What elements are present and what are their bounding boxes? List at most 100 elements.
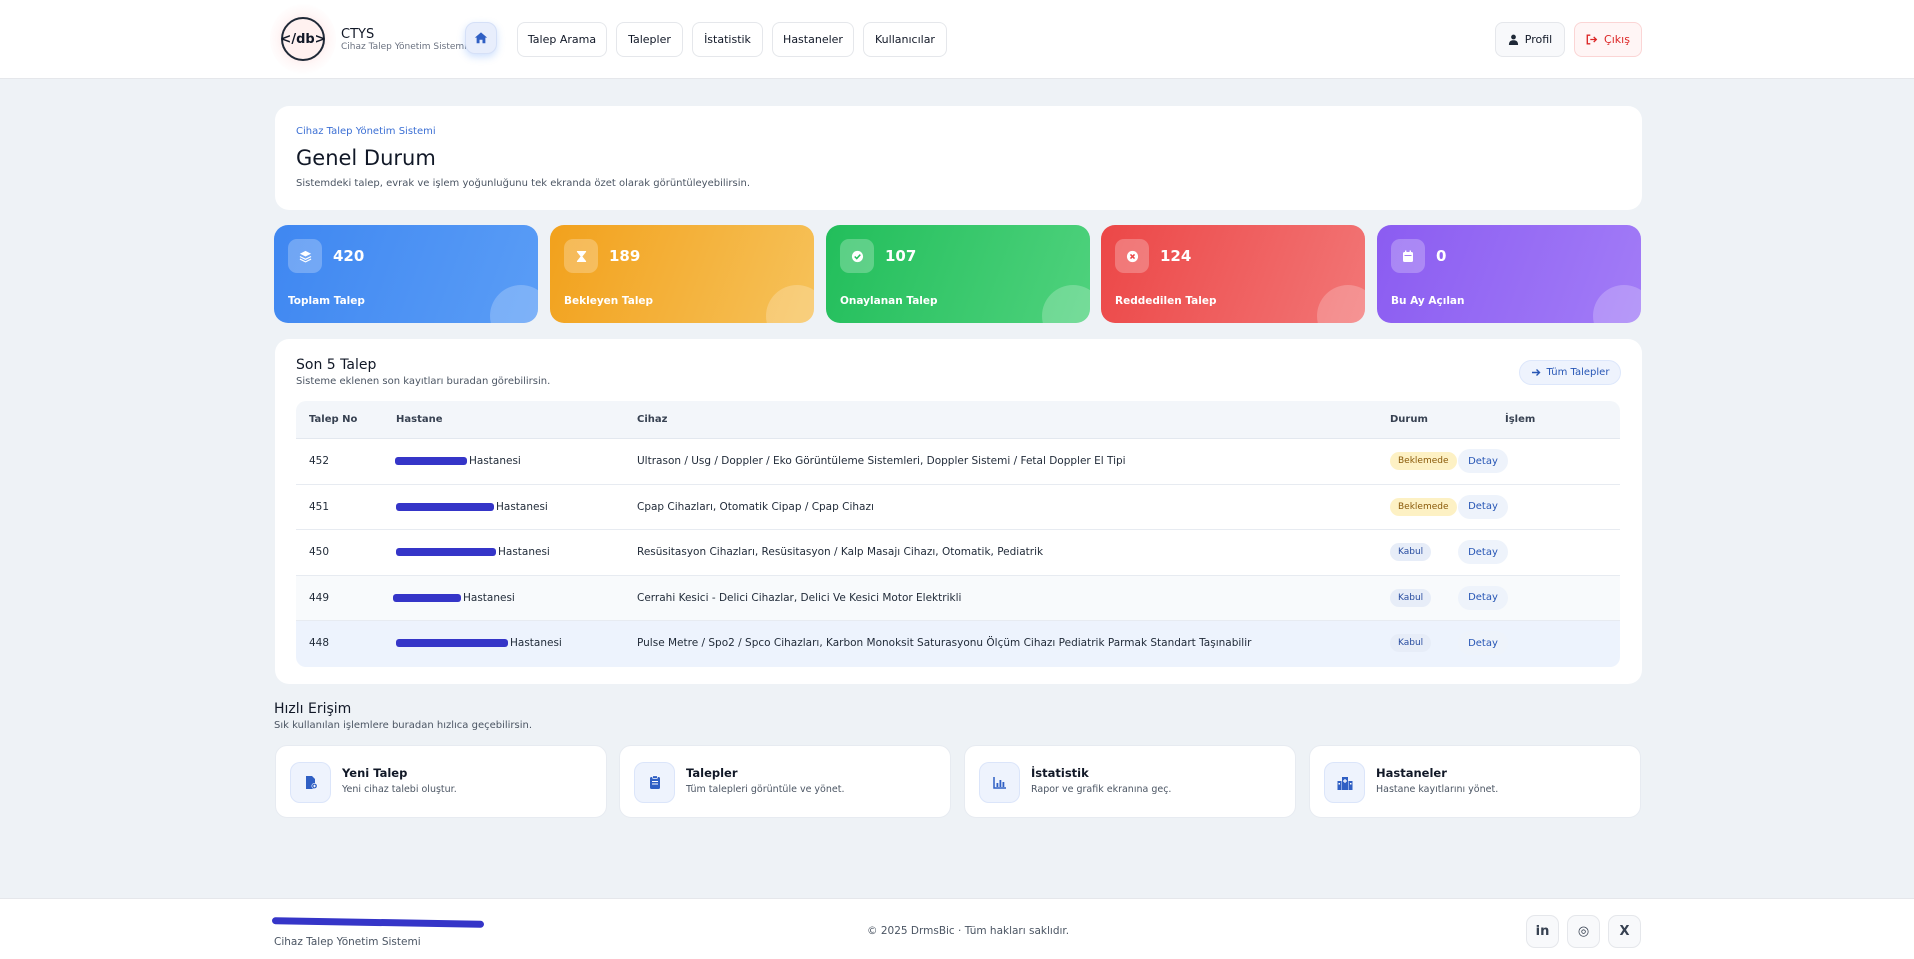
profile-button[interactable]: Profil — [1495, 22, 1565, 57]
device-cell: Pulse Metre / Spo2 / Spco Cihazları, Kar… — [637, 637, 1252, 650]
hourglass-icon — [564, 239, 598, 273]
request-number: 450 — [309, 546, 330, 559]
all-requests-label: Tüm Talepler — [1546, 367, 1610, 378]
quick-card-hospitals[interactable]: Hastaneler Hastane kayıtlarını yönet. — [1309, 745, 1641, 818]
page-footer: Cihaz Talep Yönetim Sistemi © 2025 DrmsB… — [0, 898, 1914, 959]
chart-icon — [979, 762, 1020, 803]
quick-card-statistics[interactable]: İstatistik Rapor ve grafik ekranına geç. — [964, 745, 1296, 818]
overview-header-card: Cihaz Talep Yönetim Sistemi Genel Durum … — [275, 106, 1642, 210]
quick-card-description: Hastane kayıtlarını yönet. — [1376, 784, 1499, 795]
column-header: Hastane — [396, 414, 443, 425]
logout-button[interactable]: Çıkış — [1574, 22, 1642, 57]
recent-requests-card: Son 5 Talep Sisteme eklenen son kayıtlar… — [275, 339, 1642, 684]
nav-talep-arama[interactable]: Talep Arama — [517, 22, 607, 57]
card-decoration — [766, 285, 814, 323]
footer-copyright: © 2025 DrmsBic · Tüm hakları saklıdır. — [867, 925, 1070, 937]
request-number: 448 — [309, 637, 330, 650]
arrow-right-icon — [1531, 369, 1541, 376]
nav-istatistik[interactable]: İstatistik — [692, 22, 763, 57]
stat-card-pending[interactable]: 189 Bekleyen Talep — [550, 225, 814, 323]
table-row[interactable]: 450 Hastanesi Resüsitasyon Cihazları, Re… — [296, 530, 1620, 576]
instagram-icon[interactable]: ◎ — [1567, 915, 1600, 948]
profile-label: Profil — [1524, 33, 1553, 46]
stat-card-this-month[interactable]: 0 Bu Ay Açılan — [1377, 225, 1641, 323]
quick-card-requests[interactable]: Talepler Tüm talepleri görüntüle ve yöne… — [619, 745, 951, 818]
status-badge: Kabul — [1390, 543, 1432, 562]
stat-card-rejected[interactable]: 124 Reddedilen Talep — [1101, 225, 1365, 323]
status-badge: Kabul — [1390, 634, 1432, 653]
brand-subtitle: Cihaz Talep Yönetim Sistemi — [341, 42, 467, 52]
quick-card-title: Yeni Talep — [342, 766, 408, 780]
quick-access-title: Hızlı Erişim — [274, 701, 352, 717]
device-cell: Cpap Cihazları, Otomatik Cipap / Cpap Ci… — [637, 500, 874, 513]
hospital-name: Hastanesi — [498, 546, 550, 559]
card-decoration — [1317, 285, 1365, 323]
redaction-mark — [271, 917, 485, 928]
hospital-cell: Hastanesi — [393, 592, 515, 604]
stat-value: 420 — [333, 247, 365, 265]
quick-card-description: Yeni cihaz talebi oluştur. — [342, 784, 457, 795]
x-icon[interactable]: X — [1608, 915, 1641, 948]
column-header: Durum — [1390, 414, 1428, 425]
hospital-name: Hastanesi — [496, 500, 548, 513]
device-cell: Cerrahi Kesici - Delici Cihazlar, Delici… — [637, 591, 962, 604]
card-decoration — [1593, 285, 1641, 323]
status-badge: Beklemede — [1390, 497, 1457, 516]
table-header: Talep No Hastane Cihaz Durum İşlem — [296, 401, 1620, 439]
hospital-cell: Hastanesi — [395, 455, 521, 467]
table-row[interactable]: 452 Hastanesi Ultrason / Usg / Doppler /… — [296, 439, 1620, 485]
detail-button[interactable]: Detay — [1458, 631, 1508, 656]
detail-button[interactable]: Detay — [1458, 540, 1508, 565]
detail-button[interactable]: Detay — [1458, 585, 1508, 610]
logout-icon — [1586, 34, 1598, 45]
redacted-text — [396, 639, 508, 648]
card-decoration — [490, 285, 538, 323]
detail-button[interactable]: Detay — [1458, 494, 1508, 519]
linkedin-icon[interactable]: in — [1526, 915, 1559, 948]
stat-label: Toplam Talep — [288, 295, 365, 307]
redacted-text — [393, 593, 461, 602]
stat-card-total[interactable]: 420 Toplam Talep — [274, 225, 538, 323]
page-subtitle: Sistemdeki talep, evrak ve işlem yoğunlu… — [296, 178, 751, 189]
hospital-cell: Hastanesi — [396, 637, 562, 649]
device-cell: Ultrason / Usg / Doppler / Eko Görüntüle… — [637, 455, 1126, 467]
x-circle-icon — [1115, 239, 1149, 273]
user-icon — [1508, 34, 1518, 45]
quick-card-new-request[interactable]: Yeni Talep Yeni cihaz talebi oluştur. — [275, 745, 607, 818]
nav-kullanicilar[interactable]: Kullanıcılar — [863, 22, 947, 57]
redacted-text — [396, 548, 496, 557]
hospital-cell: Hastanesi — [396, 546, 550, 558]
stat-card-approved[interactable]: 107 Onaylanan Talep — [826, 225, 1090, 323]
redacted-text — [396, 502, 494, 511]
file-plus-icon — [290, 762, 331, 803]
nav-talepler[interactable]: Talepler — [616, 22, 683, 57]
stat-label: Reddedilen Talep — [1115, 295, 1217, 307]
redacted-text — [395, 457, 467, 465]
table-row[interactable]: 451 Hastanesi Cpap Cihazları, Otomatik C… — [296, 485, 1620, 531]
stat-label: Onaylanan Talep — [840, 295, 938, 307]
hospital-name: Hastanesi — [463, 591, 515, 604]
request-number: 452 — [309, 455, 330, 467]
all-requests-button[interactable]: Tüm Talepler — [1519, 360, 1621, 385]
brand-logo[interactable]: </db> — [280, 17, 326, 61]
hospital-name: Hastanesi — [469, 455, 521, 467]
home-button[interactable] — [465, 22, 497, 54]
stat-value: 107 — [885, 247, 917, 265]
top-navbar: </db> CTYS Cihaz Talep Yönetim Sistemi T… — [0, 0, 1914, 79]
quick-card-title: Hastaneler — [1376, 766, 1447, 780]
section-title: Son 5 Talep — [296, 357, 377, 373]
footer-system-name: Cihaz Talep Yönetim Sistemi — [274, 936, 421, 948]
column-header: Cihaz — [637, 414, 668, 425]
detail-button[interactable]: Detay — [1458, 449, 1508, 473]
status-badge: Kabul — [1390, 588, 1432, 607]
quick-card-title: İstatistik — [1031, 766, 1089, 780]
request-number: 449 — [309, 591, 330, 604]
table-row[interactable]: 448 Hastanesi Pulse Metre / Spo2 / Spco … — [296, 621, 1620, 667]
stat-value: 189 — [609, 247, 641, 265]
brand-title: CTYS — [341, 27, 375, 42]
table-row[interactable]: 449 Hastanesi Cerrahi Kesici - Delici Ci… — [296, 575, 1620, 622]
calendar-icon — [1391, 239, 1425, 273]
column-header: İşlem — [1505, 414, 1536, 425]
nav-hastaneler[interactable]: Hastaneler — [772, 22, 854, 57]
hero-eyebrow: Cihaz Talep Yönetim Sistemi — [296, 126, 436, 137]
